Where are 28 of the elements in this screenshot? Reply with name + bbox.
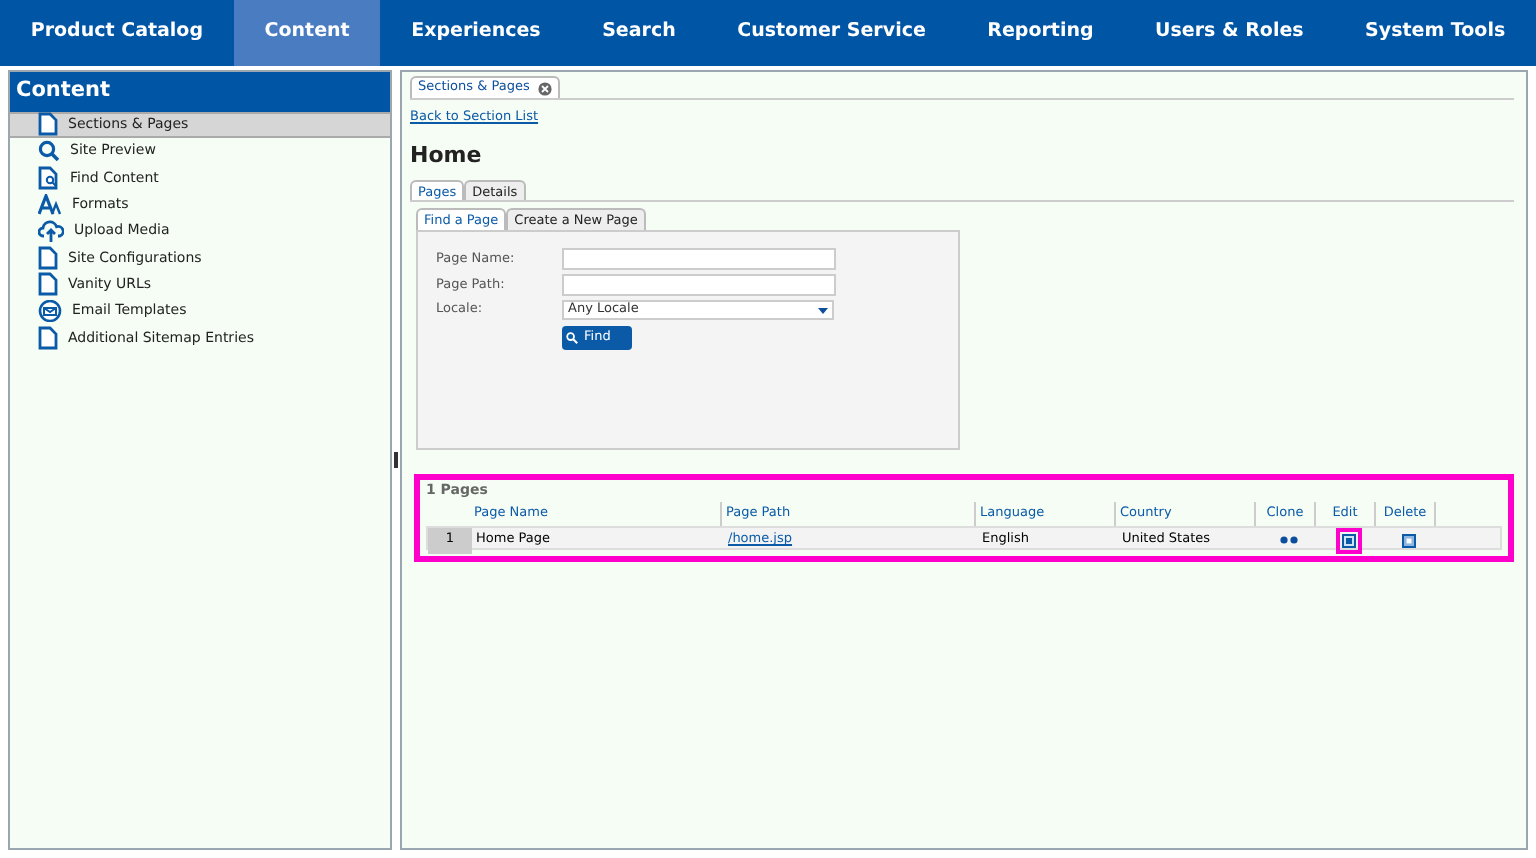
input-field[interactable]	[562, 274, 836, 297]
nav-tab[interactable]: Search	[571, 0, 707, 66]
font-icon	[38, 193, 62, 216]
nav-tab[interactable]: Content	[233, 0, 381, 66]
sidebar-title: Content	[10, 72, 390, 112]
page-heading: Home	[410, 139, 484, 172]
document-icon	[38, 272, 58, 297]
nav-tab[interactable]: Reporting	[956, 0, 1125, 66]
edit-icon	[1341, 533, 1355, 547]
document-icon	[38, 112, 58, 137]
envelope-icon	[38, 299, 62, 322]
clone-icon[interactable]	[1279, 536, 1297, 544]
document-icon	[38, 325, 58, 350]
document-search-icon	[38, 165, 60, 190]
nav-tab[interactable]: System Tools	[1334, 0, 1536, 66]
nav-tab[interactable]: Product Catalog	[0, 0, 234, 66]
caret-icon	[818, 307, 828, 314]
input-field[interactable]	[562, 248, 836, 271]
nav-tab[interactable]: Users & Roles	[1124, 0, 1335, 66]
nav-tab[interactable]: Customer Service	[706, 0, 957, 66]
close-icon[interactable]	[537, 81, 552, 95]
search-icon	[566, 332, 578, 345]
nav-tab[interactable]: Experiences	[380, 0, 572, 66]
cloud-upload-icon	[38, 220, 64, 243]
document-icon	[38, 245, 58, 270]
delete-icon[interactable]	[1401, 533, 1415, 547]
search-icon	[38, 140, 60, 163]
edit-button[interactable]	[1335, 527, 1361, 553]
